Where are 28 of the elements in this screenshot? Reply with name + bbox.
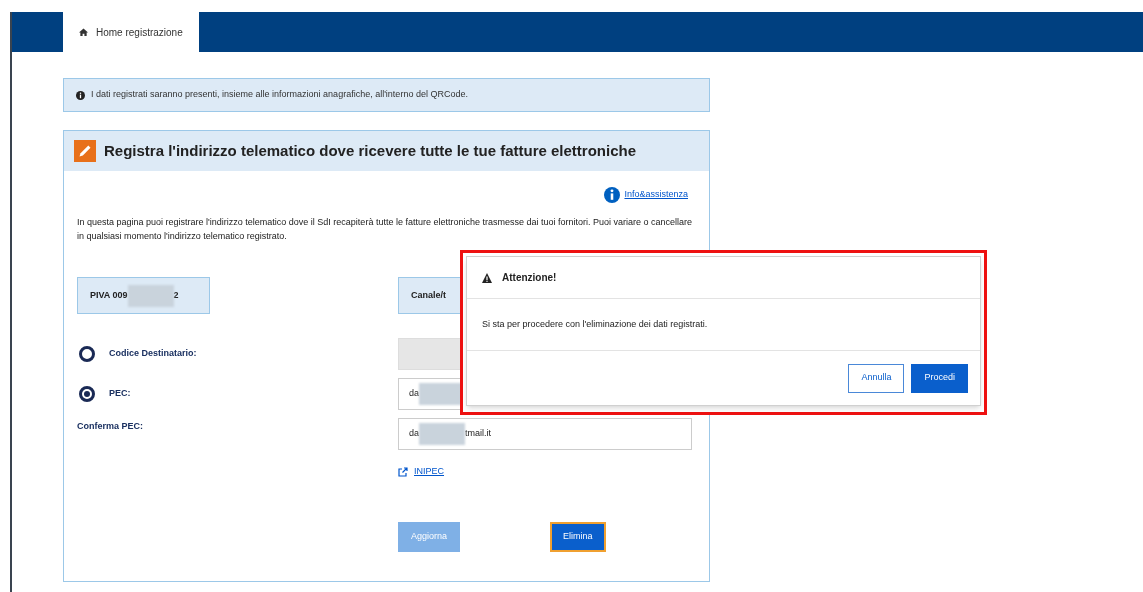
info-text: I dati registrati saranno presenti, insieme alle informazioni anagrafiche, all'interno del QRCode. xyxy=(91,88,468,102)
card-title: Registra l'indirizzo telematico dove ricevere tutte le tue fatture elettroniche xyxy=(104,140,637,161)
home-icon xyxy=(79,27,88,37)
field-value: da xyxy=(409,427,419,441)
dialog-message: Si sta per procedere con l'eliminazione dei dati registrati. xyxy=(482,317,708,331)
action-button[interactable]: Elimina xyxy=(550,522,606,552)
description-text: In questa pagina puoi registrare l'indirizzo telematico dove il SdI recapiterà tutte le fatture elettroniche trasmesse dai tuoi fornitori. Puoi variare o cancellare in qualsiasi momento l'indirizzo telematico registrato. xyxy=(77,216,694,243)
help-link[interactable]: Info&assistenza xyxy=(604,187,688,203)
redaction-blur xyxy=(127,284,174,307)
field-value: tmail.it xyxy=(465,427,492,441)
warning-icon xyxy=(482,272,492,283)
input-field[interactable]: da tmail.it xyxy=(398,418,692,450)
pencil-icon xyxy=(74,140,96,162)
radio-button[interactable] xyxy=(79,386,95,402)
inipec-link[interactable]: INIPEC xyxy=(398,465,444,479)
info-icon xyxy=(604,187,621,203)
option-label: Codice Destinatario: xyxy=(109,347,197,361)
vat-suffix: 2 xyxy=(173,288,179,302)
nav-tab[interactable]: Home registrazione xyxy=(63,12,199,52)
vat-prefix: PIVA 009 xyxy=(90,288,128,302)
dialog-button[interactable]: Annulla xyxy=(848,363,905,393)
dialog-button[interactable]: Procedi xyxy=(911,363,968,393)
field-value: da xyxy=(409,387,419,401)
field-label: Conferma PEC: xyxy=(77,420,144,433)
redaction-blur xyxy=(419,423,465,445)
option-label: PEC: xyxy=(109,387,131,401)
info-icon xyxy=(76,90,85,100)
external-link-icon xyxy=(398,467,408,477)
